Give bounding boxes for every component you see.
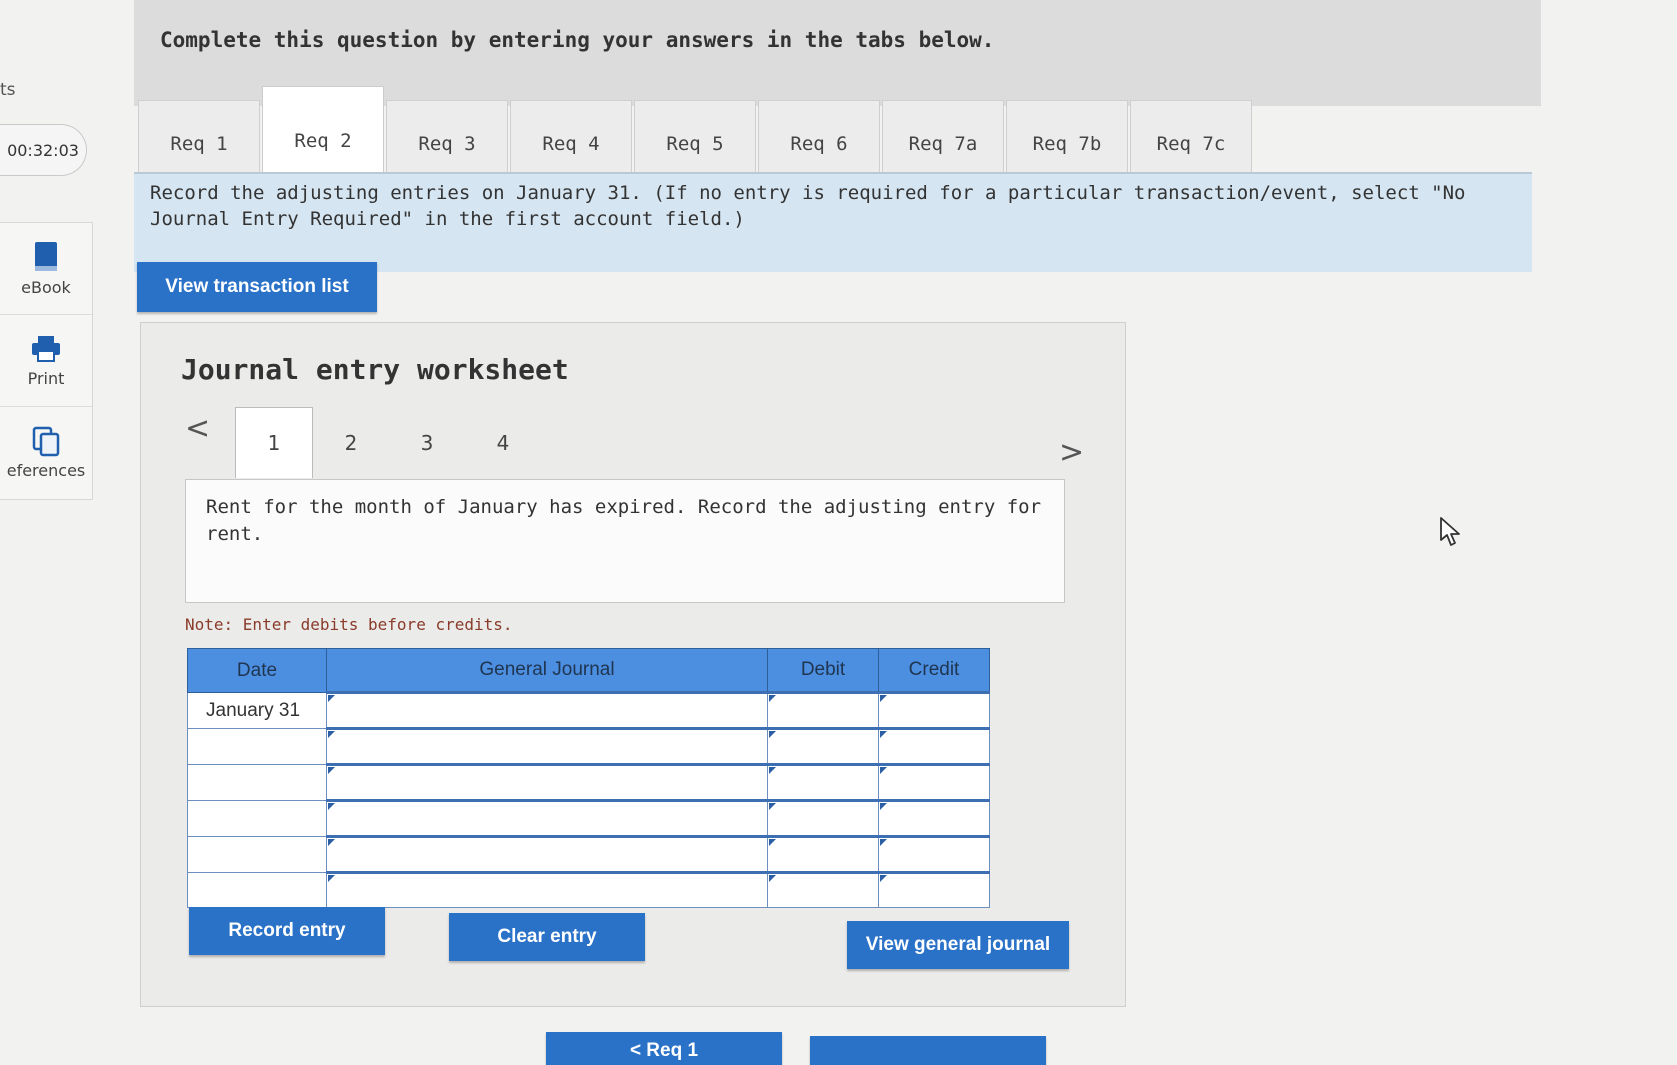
table-row	[187, 835, 990, 873]
account-input[interactable]	[326, 727, 768, 765]
worksheet-tab-3[interactable]: 3	[389, 411, 465, 475]
print-label: Print	[27, 369, 65, 388]
req-instruction: Record the adjusting entries on January …	[134, 172, 1532, 272]
worksheet-tab-4[interactable]: 4	[465, 411, 541, 475]
account-input[interactable]	[326, 871, 768, 908]
date-cell	[187, 800, 327, 837]
debit-credit-note: Note: Enter debits before credits.	[185, 615, 513, 634]
date-cell	[187, 728, 327, 765]
side-tools: eBook Print eferences	[0, 222, 93, 500]
debit-input[interactable]	[767, 871, 879, 908]
debit-input[interactable]	[767, 691, 879, 729]
book-icon	[35, 242, 57, 271]
sidebar-partial-label: ts	[0, 80, 16, 100]
table-row	[187, 871, 990, 908]
record-entry-button[interactable]: Record entry	[189, 907, 385, 955]
table-row	[187, 799, 990, 837]
references-label: eferences	[6, 461, 86, 480]
column-header-date: Date	[187, 648, 327, 693]
journal-table: Date General Journal Debit Credit Januar…	[187, 648, 990, 908]
question-instruction: Complete this question by entering your …	[160, 28, 995, 52]
credit-input[interactable]	[878, 727, 990, 765]
view-transaction-list-button[interactable]: View transaction list	[137, 262, 377, 312]
print-button[interactable]: Print	[0, 315, 92, 407]
debit-input[interactable]	[767, 799, 879, 837]
credit-input[interactable]	[878, 799, 990, 837]
timer[interactable]: 00:32:03	[0, 124, 87, 176]
debit-input[interactable]	[767, 763, 879, 801]
worksheet-title: Journal entry worksheet	[181, 353, 569, 386]
ebook-label: eBook	[21, 278, 71, 297]
printer-icon	[32, 336, 60, 362]
account-input[interactable]	[326, 763, 768, 801]
column-header-debit: Debit	[767, 648, 879, 693]
date-cell: January 31	[187, 692, 327, 729]
worksheet-tab-1[interactable]: 1	[235, 407, 313, 478]
transaction-description: Rent for the month of January has expire…	[185, 479, 1065, 603]
next-req-button[interactable]	[810, 1036, 1046, 1065]
table-row	[187, 763, 990, 801]
date-cell	[187, 836, 327, 873]
worksheet-tabs: 1 2 3 4	[235, 407, 541, 478]
date-cell	[187, 764, 327, 801]
account-input[interactable]	[326, 835, 768, 873]
debit-input[interactable]	[767, 727, 879, 765]
journal-entry-worksheet: Journal entry worksheet < 1 2 3 4 > Rent…	[140, 322, 1126, 1007]
worksheet-tab-2[interactable]: 2	[313, 411, 389, 475]
credit-input[interactable]	[878, 691, 990, 729]
column-header-credit: Credit	[878, 648, 990, 693]
column-header-general-journal: General Journal	[326, 648, 768, 693]
credit-input[interactable]	[878, 871, 990, 908]
debit-input[interactable]	[767, 835, 879, 873]
account-input[interactable]	[326, 799, 768, 837]
table-row	[187, 727, 990, 765]
credit-input[interactable]	[878, 763, 990, 801]
clear-entry-button[interactable]: Clear entry	[449, 913, 645, 961]
copy-icon	[32, 426, 60, 457]
mouse-cursor-icon	[1440, 517, 1460, 546]
chevron-right-icon[interactable]: >	[1059, 435, 1084, 470]
credit-input[interactable]	[878, 835, 990, 873]
ebook-button[interactable]: eBook	[0, 223, 92, 315]
view-general-journal-button[interactable]: View general journal	[847, 921, 1069, 969]
account-input[interactable]	[326, 691, 768, 729]
chevron-left-icon[interactable]: <	[185, 411, 210, 446]
table-row: January 31	[187, 691, 990, 729]
references-button[interactable]: eferences	[0, 407, 92, 498]
date-cell	[187, 872, 327, 908]
prev-req-button[interactable]: < Req 1	[546, 1032, 782, 1065]
page: ts 00:32:03 eBook Print eferences Comple…	[0, 0, 1677, 1065]
